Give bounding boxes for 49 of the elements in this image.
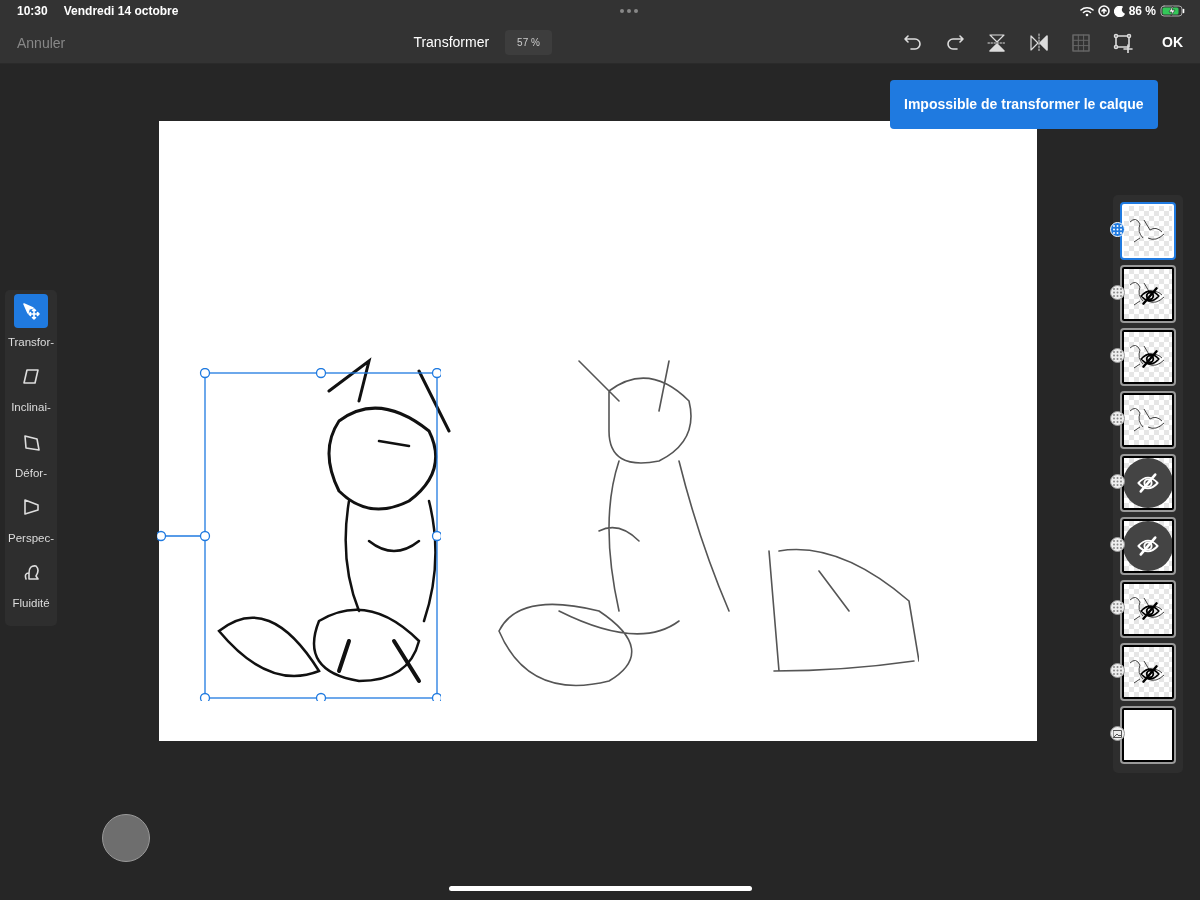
zoom-level: 57 % <box>505 30 552 55</box>
image-icon <box>1113 729 1122 738</box>
layer-thumbnail[interactable] <box>1120 265 1176 323</box>
skew-icon <box>21 366 41 387</box>
wifi-icon <box>1079 5 1094 17</box>
multitasking-dots-icon[interactable] <box>619 8 640 14</box>
hidden-eye-icon <box>1139 348 1161 370</box>
hidden-eye-icon <box>1139 663 1161 685</box>
round-button[interactable] <box>102 814 150 862</box>
tool-button[interactable]: Perspec- <box>5 489 57 547</box>
layer-thumbnail[interactable] <box>1120 391 1176 449</box>
cancel-button[interactable]: Annuler <box>17 32 66 54</box>
status-date: Vendredi 14 octobre <box>63 3 179 20</box>
tool-button[interactable]: Défor- <box>5 424 57 482</box>
hidden-eye-icon <box>1136 471 1160 495</box>
dot-grid-icon <box>1113 288 1122 297</box>
dot-grid-icon <box>1113 477 1122 486</box>
ok-button[interactable]: OK <box>1162 32 1183 53</box>
dot-grid-icon <box>1113 603 1122 612</box>
error-toast: Impossible de transformer le calque <box>890 80 1158 129</box>
layer-thumbnail[interactable] <box>1120 643 1176 701</box>
tool-button[interactable]: Inclinai- <box>5 359 57 417</box>
selection-box[interactable] <box>157 368 441 701</box>
hidden-eye-icon <box>1139 600 1161 622</box>
dot-grid-icon <box>1113 414 1122 423</box>
moon-icon <box>1113 5 1125 17</box>
dot-grid-icon <box>1113 666 1122 675</box>
perspective-icon <box>21 496 41 517</box>
dot-grid-icon <box>1113 540 1122 549</box>
layer-thumbnail[interactable] <box>1120 706 1176 764</box>
battery-percent: 86 % <box>1128 3 1156 20</box>
layer-thumbnail[interactable] <box>1120 454 1176 512</box>
dot-grid-icon <box>1113 225 1122 234</box>
dot-grid-icon <box>1113 351 1122 360</box>
toolbar-title: Transformer <box>413 33 490 52</box>
hidden-eye-icon <box>1139 285 1161 307</box>
hidden-eye-icon <box>1136 534 1160 558</box>
layer-thumbnail[interactable] <box>1120 517 1176 575</box>
layer-type-badge[interactable] <box>1110 474 1125 489</box>
tool-button[interactable]: Fluidité <box>5 555 57 613</box>
layer-thumbnail[interactable] <box>1120 328 1176 386</box>
layer-type-badge[interactable] <box>1110 537 1125 552</box>
status-time: 10:30 <box>17 3 48 20</box>
transform-icon <box>21 301 41 321</box>
battery-charging-icon <box>1160 5 1186 17</box>
orientation-lock-icon <box>1097 5 1110 17</box>
layer-thumbnail[interactable] <box>1120 580 1176 638</box>
layer-thumbnail[interactable] <box>1120 202 1176 260</box>
tool-button[interactable]: Transfor- <box>5 294 57 352</box>
